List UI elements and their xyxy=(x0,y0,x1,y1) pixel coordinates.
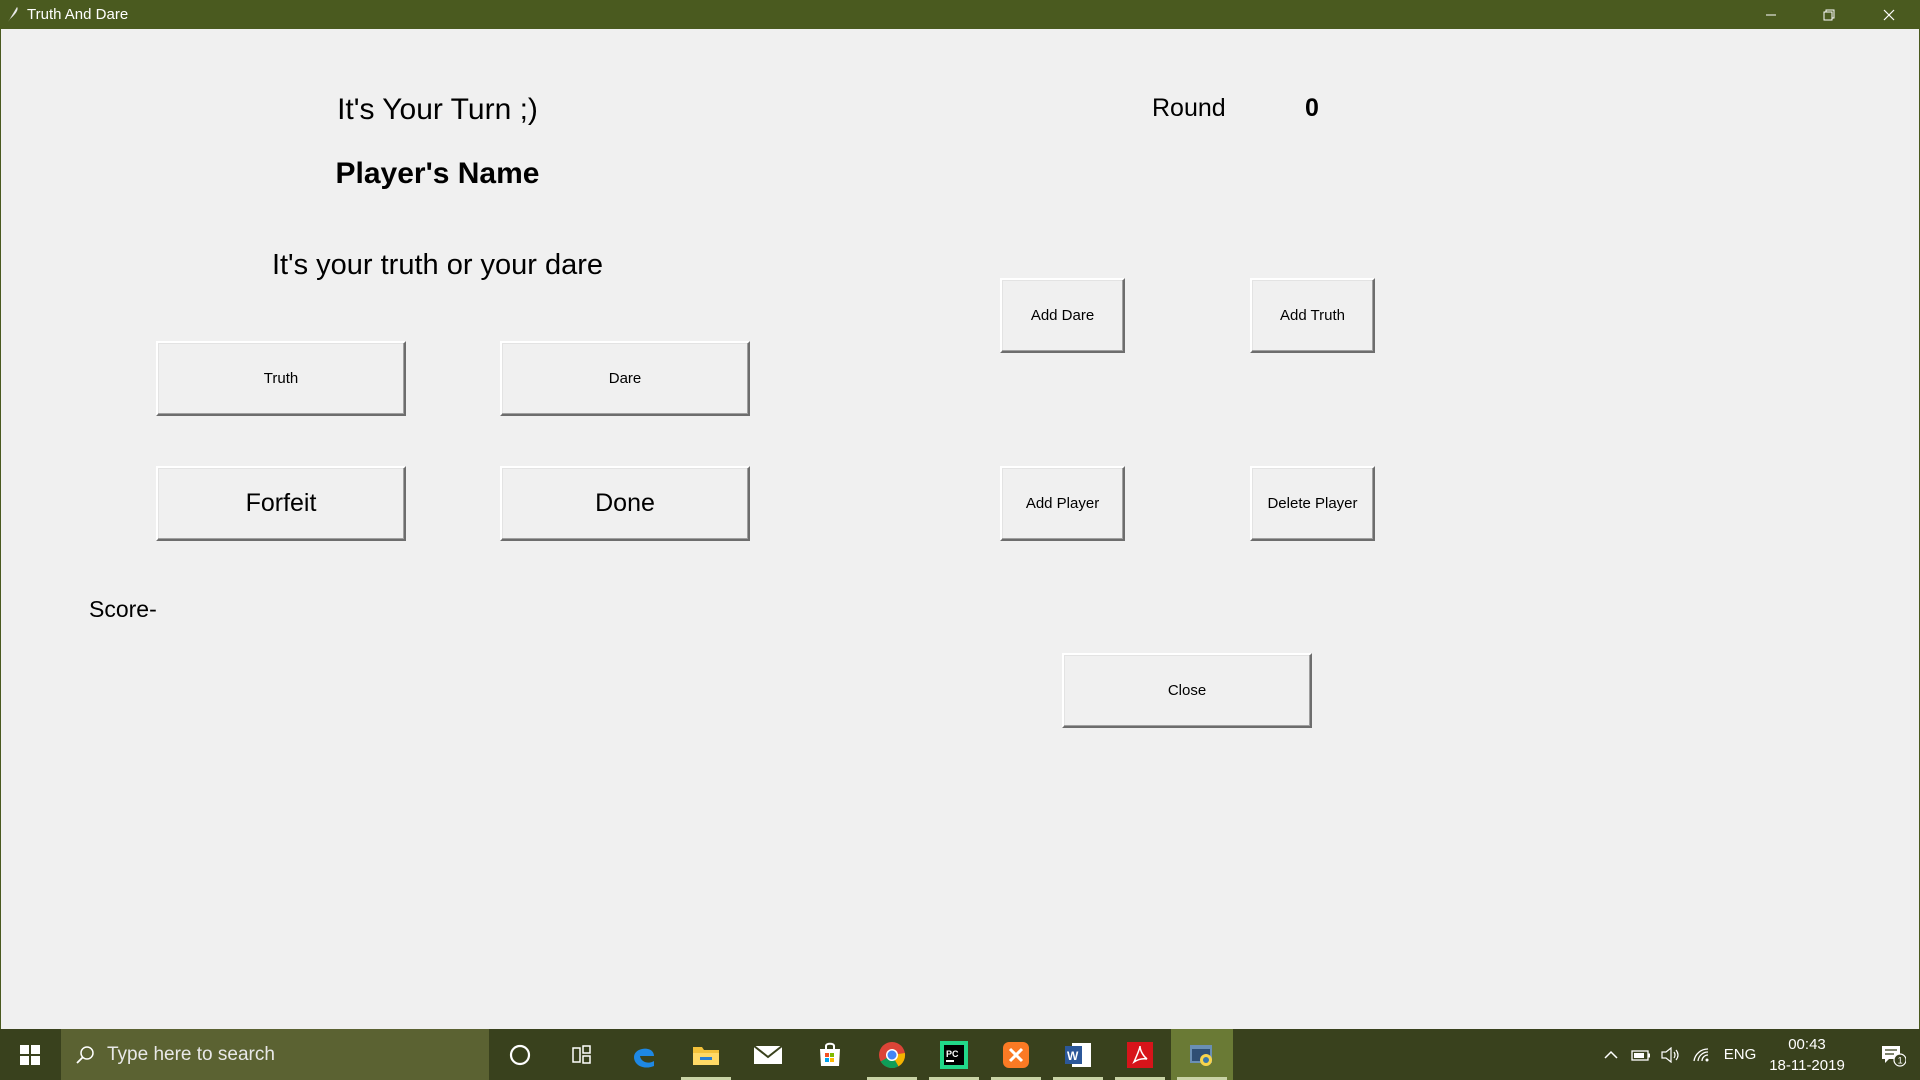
show-hidden-icons-button[interactable] xyxy=(1597,1029,1625,1080)
truth-button[interactable]: Truth xyxy=(156,341,406,416)
restore-icon xyxy=(1823,9,1835,20)
file-explorer-taskbar-button[interactable] xyxy=(675,1029,737,1080)
chrome-taskbar-button[interactable] xyxy=(861,1029,923,1080)
taskbar-clock[interactable]: 00:43 18-11-2019 xyxy=(1762,1034,1852,1076)
turn-label: It's Your Turn ;) xyxy=(337,93,538,126)
svg-text:W: W xyxy=(1067,1049,1079,1063)
clock-date: 18-11-2019 xyxy=(1769,1057,1845,1074)
store-taskbar-button[interactable] xyxy=(799,1029,861,1080)
battery-icon xyxy=(1631,1049,1650,1061)
score-label: Score- xyxy=(89,596,157,622)
start-button[interactable] xyxy=(0,1029,60,1080)
search-icon xyxy=(76,1045,94,1064)
cortana-button[interactable] xyxy=(489,1029,551,1080)
network-button[interactable] xyxy=(1688,1029,1716,1080)
dare-button[interactable]: Dare xyxy=(500,341,750,416)
search-placeholder: Type here to search xyxy=(107,1043,275,1065)
add-player-button[interactable]: Add Player xyxy=(1000,466,1125,541)
notification-count: 1 xyxy=(1898,1055,1903,1065)
chrome-icon xyxy=(879,1041,906,1068)
mail-icon xyxy=(753,1044,783,1064)
wifi-icon xyxy=(1693,1047,1709,1061)
forfeit-button[interactable]: Forfeit xyxy=(156,466,406,541)
notification-icon: 1 xyxy=(1882,1045,1906,1067)
edge-taskbar-button[interactable] xyxy=(613,1029,675,1080)
clock-time: 00:43 xyxy=(1788,1036,1826,1053)
mail-taskbar-button[interactable] xyxy=(737,1029,799,1080)
python-app-icon xyxy=(1190,1044,1212,1066)
acrobat-icon xyxy=(1127,1041,1153,1068)
add-dare-button[interactable]: Add Dare xyxy=(1000,278,1125,353)
player-name-label: Player's Name xyxy=(335,157,540,190)
pycharm-icon: PC xyxy=(940,1040,968,1069)
add-truth-button[interactable]: Add Truth xyxy=(1250,278,1375,353)
prompt-text: It's your truth or your dare xyxy=(271,249,604,281)
language-indicator[interactable]: ENG xyxy=(1720,1029,1760,1080)
speaker-icon xyxy=(1661,1046,1679,1063)
title-bar[interactable]: Truth And Dare xyxy=(0,0,1920,29)
done-button[interactable]: Done xyxy=(500,466,750,541)
minimize-button[interactable] xyxy=(1742,0,1800,29)
close-icon xyxy=(1883,9,1895,20)
volume-button[interactable] xyxy=(1657,1029,1685,1080)
acrobat-taskbar-button[interactable] xyxy=(1109,1029,1171,1080)
windows-logo-icon xyxy=(20,1044,40,1065)
round-value: 0 xyxy=(1305,94,1319,122)
window-border-left xyxy=(0,29,1,1029)
word-icon: W xyxy=(1065,1042,1091,1067)
word-taskbar-button[interactable]: W xyxy=(1047,1029,1109,1080)
edge-icon xyxy=(634,1048,654,1068)
task-view-icon xyxy=(572,1044,591,1064)
restore-button[interactable] xyxy=(1800,0,1858,29)
window-title: Truth And Dare xyxy=(27,6,129,23)
file-explorer-icon xyxy=(693,1046,719,1065)
taskbar: Type here to search PC W ENG 00:43 18-11… xyxy=(0,1029,1920,1080)
chevron-up-icon xyxy=(1604,1050,1618,1059)
minimize-icon xyxy=(1766,14,1776,15)
python-app-taskbar-button[interactable] xyxy=(1171,1029,1233,1080)
cortana-icon xyxy=(509,1044,531,1065)
task-view-button[interactable] xyxy=(551,1029,613,1080)
close-window-button[interactable] xyxy=(1860,0,1918,29)
delete-player-button[interactable]: Delete Player xyxy=(1250,466,1375,541)
battery-button[interactable] xyxy=(1627,1029,1655,1080)
xampp-icon xyxy=(1003,1041,1029,1068)
round-label: Round xyxy=(1152,94,1226,122)
pycharm-taskbar-button[interactable]: PC xyxy=(923,1029,985,1080)
xampp-taskbar-button[interactable] xyxy=(985,1029,1047,1080)
svg-text:PC: PC xyxy=(946,1049,959,1059)
close-button[interactable]: Close xyxy=(1062,653,1312,728)
store-icon xyxy=(820,1042,840,1066)
action-center-button[interactable]: 1 xyxy=(1868,1029,1918,1080)
feather-icon xyxy=(8,7,18,22)
taskbar-search-box[interactable]: Type here to search xyxy=(61,1029,489,1080)
